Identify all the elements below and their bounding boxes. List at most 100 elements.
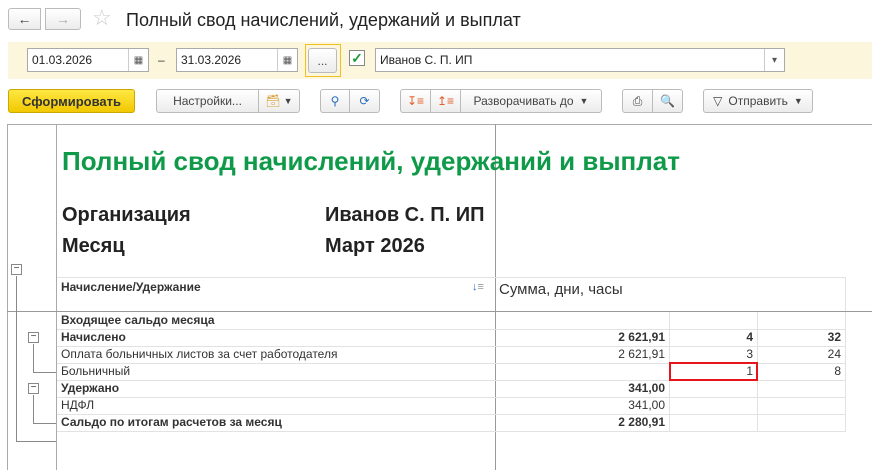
date-to-value: 31.03.2026: [181, 53, 242, 67]
row-hours-cell[interactable]: 32: [760, 329, 841, 346]
send-button[interactable]: ▽ Отправить ▼: [703, 89, 813, 113]
preview-button[interactable]: 🔍: [652, 89, 683, 113]
column-divider: [845, 312, 846, 329]
favorite-star-icon[interactable]: ☆: [92, 5, 112, 31]
group-gutter-line: [56, 124, 57, 470]
row-label-cell[interactable]: Оплата больничных листов за счет работод…: [61, 346, 491, 363]
search-next-button[interactable]: ⟳: [349, 89, 380, 113]
print-button[interactable]: ⎙: [622, 89, 653, 113]
column-divider: [845, 363, 846, 380]
sort-down-icon: ↧≡: [406, 94, 425, 108]
variants-button[interactable]: 🗃 ▼: [258, 89, 300, 113]
search-icon: ⚲: [330, 94, 340, 108]
row-hours-cell[interactable]: [760, 397, 841, 414]
column-divider: [757, 329, 758, 346]
column-divider: [845, 380, 846, 397]
back-button[interactable]: ←: [8, 8, 41, 30]
settings-button[interactable]: Настройки...: [156, 89, 259, 113]
chevron-down-icon: ▼: [283, 96, 293, 106]
header-right-line: [845, 277, 846, 311]
row-label-cell[interactable]: Начислено: [61, 329, 491, 346]
printer-icon: ⎙: [632, 93, 643, 108]
collapse-accrued-toggle[interactable]: −: [28, 332, 39, 343]
period-select-button[interactable]: ...: [308, 48, 337, 73]
row-divider: [57, 431, 846, 432]
selected-cell-highlight: [669, 362, 758, 381]
tree-line: [33, 423, 56, 424]
month-value: Март 2026: [325, 235, 425, 257]
column-divider: [757, 380, 758, 397]
column-header-amount: Сумма, дни, часы: [499, 281, 623, 298]
row-sum-cell[interactable]: 2 621,91: [498, 346, 665, 363]
tree-line: [16, 276, 17, 441]
column-divider: [669, 414, 670, 431]
date-to-field[interactable]: 31.03.2026 ▦: [176, 48, 298, 72]
row-label-cell[interactable]: Сальдо по итогам расчетов за месяц: [61, 414, 491, 431]
calendar-icon[interactable]: ▦: [277, 49, 297, 71]
row-hours-cell[interactable]: [760, 312, 841, 329]
row-label-cell[interactable]: Больничный: [61, 363, 491, 380]
row-label-cell[interactable]: НДФЛ: [61, 397, 491, 414]
expand-to-button[interactable]: Разворачивать до ▼: [460, 89, 602, 113]
sort-asc-button[interactable]: ↥≡: [430, 89, 461, 113]
date-from-value: 01.03.2026: [32, 53, 93, 67]
sort-icon[interactable]: ↓≡: [472, 281, 484, 293]
row-label-cell[interactable]: Входящее сальдо месяца: [61, 312, 491, 329]
row-sum-cell[interactable]: 341,00: [498, 397, 665, 414]
search-button[interactable]: ⚲: [320, 89, 350, 113]
column-divider: [669, 397, 670, 414]
row-days-cell[interactable]: [672, 397, 753, 414]
row-hours-cell[interactable]: 24: [760, 346, 841, 363]
column-divider: [845, 414, 846, 431]
tree-line: [33, 395, 34, 423]
row-hours-cell[interactable]: [760, 380, 841, 397]
column-divider: [669, 312, 670, 329]
send-label: Отправить: [728, 94, 788, 108]
date-dash: –: [158, 53, 165, 67]
row-days-cell[interactable]: [672, 312, 753, 329]
expand-to-label: Разворачивать до: [473, 94, 574, 108]
row-hours-cell[interactable]: 8: [760, 363, 841, 380]
forward-button[interactable]: →: [45, 8, 81, 30]
column-divider: [757, 397, 758, 414]
organization-checkbox[interactable]: ✓: [349, 50, 365, 66]
send-icon: ▽: [713, 94, 723, 108]
column-divider: [669, 329, 670, 346]
row-days-cell[interactable]: 4: [672, 329, 753, 346]
row-hours-cell[interactable]: [760, 414, 841, 431]
row-days-cell[interactable]: [672, 380, 753, 397]
print-preview-icon: 🔍: [660, 94, 675, 108]
column-divider: [757, 312, 758, 329]
row-days-cell[interactable]: [672, 414, 753, 431]
report-title: Полный свод начислений, удержаний и выпл…: [62, 146, 680, 176]
column-divider: [845, 397, 846, 414]
row-sum-cell[interactable]: 2 280,91: [498, 414, 665, 431]
dropdown-icon[interactable]: ▾: [764, 49, 784, 71]
column-divider: [845, 329, 846, 346]
tree-line: [33, 344, 34, 372]
column-divider: [757, 414, 758, 431]
header-line: [57, 277, 846, 278]
chevron-down-icon: ▼: [793, 96, 803, 106]
calendar-icon[interactable]: ▦: [128, 49, 148, 71]
sort-desc-button[interactable]: ↧≡: [400, 89, 431, 113]
collapse-all-toggle[interactable]: −: [11, 264, 22, 275]
org-label: Организация: [62, 204, 191, 226]
date-from-field[interactable]: 01.03.2026 ▦: [27, 48, 149, 72]
row-sum-cell[interactable]: 341,00: [498, 380, 665, 397]
sort-up-icon: ↥≡: [436, 94, 455, 108]
row-sum-cell[interactable]: [498, 363, 665, 380]
column-divider: [669, 380, 670, 397]
tree-line: [16, 441, 56, 442]
organization-value: Иванов С. П. ИП: [380, 53, 473, 67]
row-label-cell[interactable]: Удержано: [61, 380, 491, 397]
collapse-withheld-toggle[interactable]: −: [28, 383, 39, 394]
generate-button[interactable]: Сформировать: [8, 89, 135, 113]
organization-field[interactable]: Иванов С. П. ИП ▾: [375, 48, 785, 72]
window-title: Полный свод начислений, удержаний и выпл…: [126, 10, 521, 30]
month-label: Месяц: [62, 235, 125, 257]
row-sum-cell[interactable]: [498, 312, 665, 329]
tree-line: [33, 372, 56, 373]
row-days-cell[interactable]: 3: [672, 346, 753, 363]
row-sum-cell[interactable]: 2 621,91: [498, 329, 665, 346]
